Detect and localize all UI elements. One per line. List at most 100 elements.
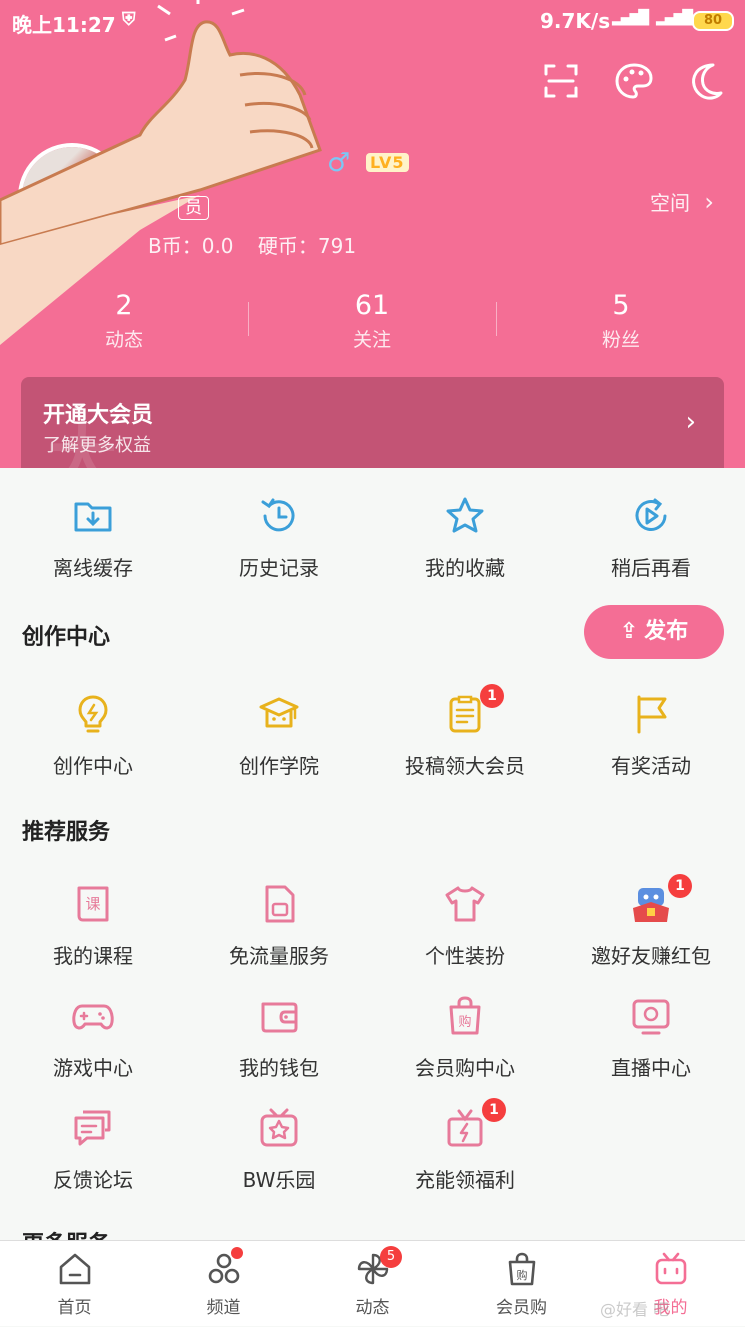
content-area: 离线缓存 历史记录 我的收藏 稍后再看 创作中心 ⇪ 发布 创作中心 创作学院 … bbox=[0, 468, 745, 1240]
tab-dynamics[interactable]: 5 动态 bbox=[298, 1241, 447, 1327]
tv-mascot-icon bbox=[655, 1252, 686, 1285]
grid-label: 游戏中心 bbox=[53, 1056, 133, 1080]
grid-label: 离线缓存 bbox=[53, 556, 133, 580]
stat-number: 61 bbox=[354, 290, 390, 321]
red-envelope-mascot-icon bbox=[633, 888, 669, 922]
charge-rewards-button[interactable]: 1 充能领福利 bbox=[372, 1098, 558, 1193]
creator-center-button[interactable]: 创作中心 bbox=[0, 692, 186, 779]
grid-label: 有奖活动 bbox=[611, 754, 691, 778]
profile-header: 晚上11:27 ⛨ 9.7K/s ▂▄▆█ ▂▄▆█ 80 ♂ LV5 员 B币… bbox=[0, 0, 745, 468]
grid-label: 创作学院 bbox=[239, 754, 319, 778]
stat-label: 粉丝 bbox=[601, 329, 640, 351]
svg-text:购: 购 bbox=[458, 1014, 471, 1030]
creator-academy-button[interactable]: 创作学院 bbox=[186, 692, 372, 779]
notification-dot bbox=[231, 1247, 243, 1259]
sim-card-icon bbox=[265, 885, 295, 923]
space-link[interactable]: 空间 › bbox=[650, 187, 714, 216]
offline-cache-button[interactable]: 离线缓存 bbox=[0, 494, 186, 581]
tab-vip-shop[interactable]: 购 会员购 bbox=[447, 1241, 596, 1327]
svg-text:购: 购 bbox=[516, 1268, 527, 1282]
notification-badge: 1 bbox=[480, 684, 504, 708]
free-data-button[interactable]: 免流量服务 bbox=[186, 882, 372, 969]
my-courses-button[interactable]: 课 我的课程 bbox=[0, 882, 186, 969]
grid-label: 充能领福利 bbox=[415, 1168, 515, 1192]
gift-bolt-icon bbox=[447, 1109, 483, 1147]
grid-label: 稍后再看 bbox=[611, 556, 691, 580]
grid-label: 投稿领大会员 bbox=[405, 754, 525, 778]
tab-channels[interactable]: 频道 bbox=[149, 1241, 298, 1327]
notification-badge: 5 bbox=[380, 1246, 402, 1268]
feedback-forum-button[interactable]: 反馈论坛 bbox=[0, 1106, 186, 1193]
tab-label: 动态 bbox=[355, 1298, 390, 1318]
grid-label: 邀好友赚红包 bbox=[591, 944, 711, 968]
signal-icon: ▂▄▆█ bbox=[656, 10, 693, 26]
chat-bubbles-icon bbox=[74, 1110, 111, 1146]
publish-label: 发布 bbox=[644, 619, 689, 644]
vip-banner-subtitle: 了解更多权益 bbox=[43, 435, 151, 456]
coin-balance: 硬币：791 bbox=[257, 234, 357, 258]
course-book-icon: 课 bbox=[77, 886, 109, 922]
grid-label: 会员购中心 bbox=[415, 1056, 515, 1080]
home-icon bbox=[59, 1253, 90, 1285]
notification-badge: 1 bbox=[482, 1098, 506, 1122]
section-title-creator: 创作中心 bbox=[22, 625, 111, 650]
flag-icon bbox=[637, 695, 667, 734]
grid-label: BW乐园 bbox=[242, 1168, 316, 1192]
grid-label: 我的课程 bbox=[53, 944, 133, 968]
shopping-bag-icon: 购 bbox=[508, 1252, 535, 1286]
vip-shop-center-button[interactable]: 购 会员购中心 bbox=[372, 994, 558, 1081]
stat-posts[interactable]: 2 动态 bbox=[0, 290, 248, 352]
stat-label: 关注 bbox=[352, 329, 391, 351]
themes-button[interactable]: 个性装扮 bbox=[372, 882, 558, 969]
svg-text:课: 课 bbox=[85, 895, 100, 913]
stat-following[interactable]: 61 关注 bbox=[248, 290, 496, 352]
night-mode-icon[interactable] bbox=[687, 60, 729, 102]
grid-label: 反馈论坛 bbox=[53, 1168, 133, 1192]
stats-row: 2 动态 61 关注 5 粉丝 bbox=[0, 290, 745, 360]
watermark: @好看 吧 bbox=[600, 1300, 670, 1319]
game-center-button[interactable]: 游戏中心 bbox=[0, 994, 186, 1081]
stat-followers[interactable]: 5 粉丝 bbox=[497, 290, 745, 352]
chevron-right-icon: › bbox=[704, 188, 714, 216]
lightbulb-icon bbox=[78, 695, 108, 733]
tshirt-icon bbox=[445, 886, 485, 922]
vip-banner[interactable]: 大 开通大会员 了解更多权益 › bbox=[21, 377, 724, 468]
tab-label: 频道 bbox=[206, 1298, 241, 1318]
events-button[interactable]: 有奖活动 bbox=[558, 692, 744, 779]
level-badge: LV5 bbox=[366, 153, 409, 172]
stat-number: 5 bbox=[612, 290, 630, 321]
shopping-bag-icon: 购 bbox=[449, 996, 481, 1035]
signal-icon: ▂▄▆█ bbox=[612, 10, 649, 26]
star-icon bbox=[446, 497, 484, 533]
submit-get-vip-button[interactable]: 1 投稿领大会员 bbox=[372, 684, 558, 779]
tab-label: 会员购 bbox=[496, 1298, 547, 1318]
stat-number: 2 bbox=[115, 290, 133, 321]
scan-icon[interactable] bbox=[540, 60, 582, 102]
tab-home[interactable]: 首页 bbox=[0, 1241, 149, 1327]
battery-icon: 80 bbox=[692, 11, 734, 31]
watch-later-button[interactable]: 稍后再看 bbox=[558, 494, 744, 581]
vip-banner-title: 开通大会员 bbox=[43, 403, 154, 428]
watch-later-icon bbox=[635, 498, 667, 531]
history-icon bbox=[261, 498, 295, 532]
grid-label: 免流量服务 bbox=[229, 944, 329, 968]
net-speed: 9.7K/s bbox=[540, 9, 611, 33]
gamepad-icon bbox=[72, 1004, 114, 1030]
live-tv-icon bbox=[632, 999, 670, 1035]
invite-friends-button[interactable]: 1 邀好友赚红包 bbox=[558, 874, 744, 969]
bw-park-button[interactable]: BW乐园 bbox=[186, 1106, 372, 1193]
space-link-label: 空间 bbox=[650, 191, 690, 215]
favorites-button[interactable]: 我的收藏 bbox=[372, 494, 558, 581]
wallet-icon bbox=[261, 1002, 298, 1033]
graduation-cap-icon bbox=[259, 697, 299, 728]
section-title-more: 更多服务 bbox=[22, 1226, 110, 1240]
tab-label: 首页 bbox=[57, 1298, 92, 1318]
palette-icon[interactable] bbox=[613, 60, 655, 102]
male-icon: ♂ bbox=[327, 148, 351, 178]
history-button[interactable]: 历史记录 bbox=[186, 494, 372, 581]
bcoin-balance: B币：0.0 bbox=[148, 234, 234, 258]
wallet-button[interactable]: 我的钱包 bbox=[186, 994, 372, 1081]
download-folder-icon bbox=[74, 502, 112, 532]
live-center-button[interactable]: 直播中心 bbox=[558, 994, 744, 1081]
publish-button[interactable]: ⇪ 发布 bbox=[584, 605, 724, 659]
